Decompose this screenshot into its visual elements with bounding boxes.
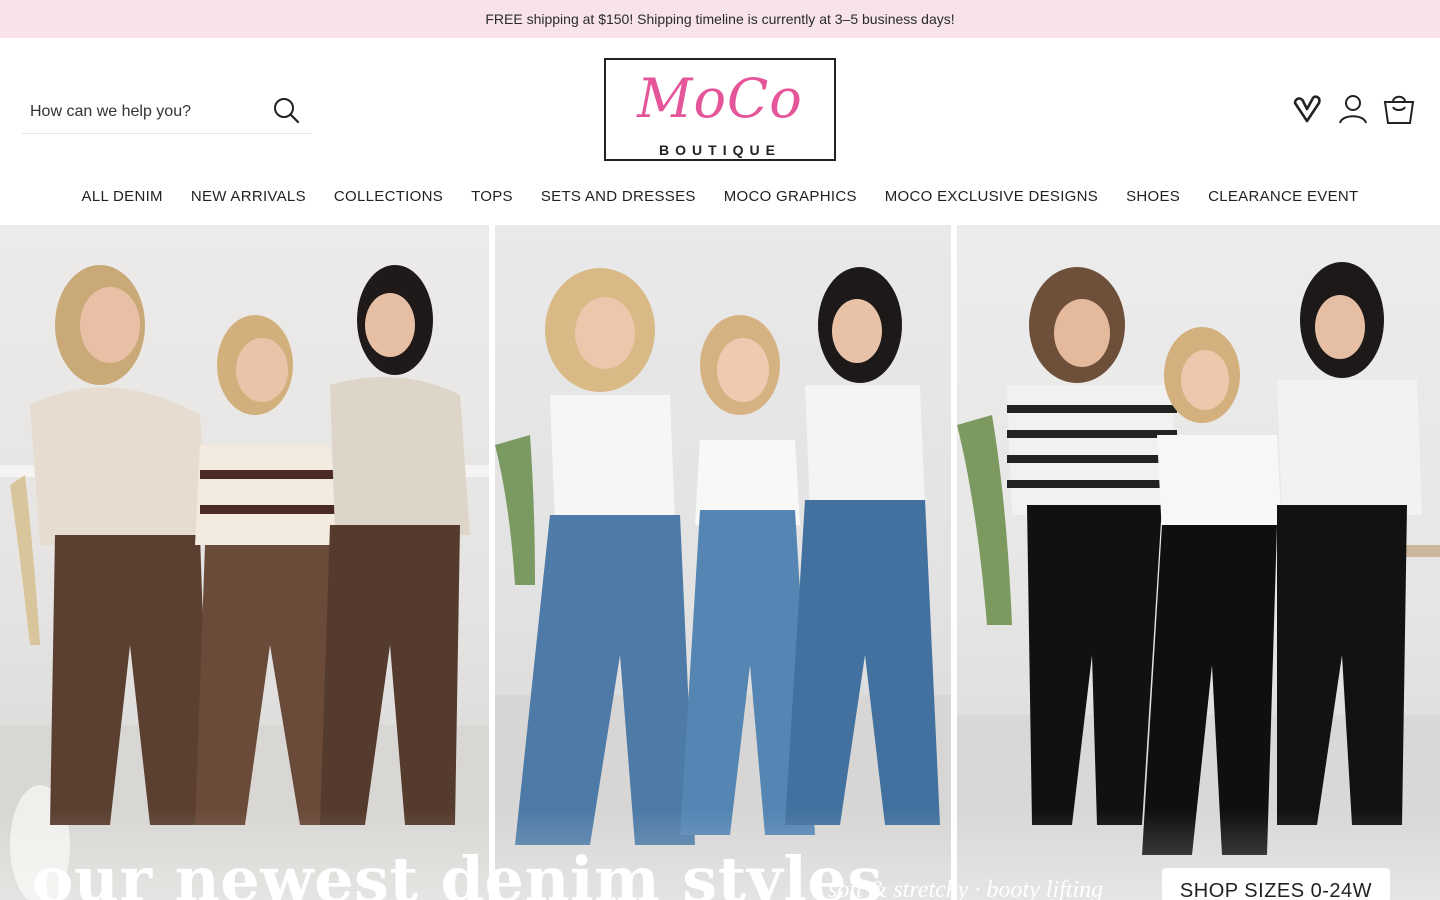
wishlist-heart-icon[interactable] (1290, 92, 1324, 126)
hero-photo-blue-denim (495, 225, 951, 900)
logo-subtext: BOUTIQUE (651, 142, 789, 158)
hero-photo-brown-denim (0, 225, 489, 900)
announcement-text: FREE shipping at $150! Shipping timeline… (485, 11, 955, 27)
nav-item-new-arrivals[interactable]: NEW ARRIVALS (191, 188, 306, 210)
account-icon[interactable] (1336, 92, 1370, 126)
header-icons (1290, 92, 1416, 126)
nav-item-clearance-event[interactable]: CLEARANCE EVENT (1208, 188, 1358, 210)
nav-item-collections[interactable]: COLLECTIONS (334, 188, 443, 210)
site-header: MoCo BOUTIQUE ALL DENIM NEW ARRIVALS (0, 38, 1440, 225)
main-nav: ALL DENIM NEW ARRIVALS COLLECTIONS TOPS … (0, 188, 1440, 210)
logo-script: MoCo (637, 67, 803, 130)
nav-item-sets-and-dresses[interactable]: SETS AND DRESSES (541, 188, 696, 210)
hero-tagline: · soft & stretchy · booty lifting (816, 877, 1104, 900)
search-bar (22, 90, 312, 134)
shop-sizes-button[interactable]: SHOP SIZES 0-24W (1162, 868, 1390, 900)
hero-photo-black-denim (957, 225, 1440, 900)
search-icon[interactable] (272, 96, 302, 126)
announcement-bar: FREE shipping at $150! Shipping timeline… (0, 0, 1440, 38)
hero-headline: our newest denim styles (32, 843, 883, 900)
nav-item-shoes[interactable]: SHOES (1126, 188, 1180, 210)
nav-item-moco-graphics[interactable]: MOCO GRAPHICS (724, 188, 857, 210)
search-input[interactable] (22, 102, 262, 121)
logo-subline: BOUTIQUE (606, 139, 834, 161)
nav-item-moco-exclusive-designs[interactable]: MOCO EXCLUSIVE DESIGNS (885, 188, 1098, 210)
nav-item-all-denim[interactable]: ALL DENIM (82, 188, 163, 210)
nav-item-tops[interactable]: TOPS (471, 188, 513, 210)
brand-logo[interactable]: MoCo BOUTIQUE (604, 58, 836, 161)
hero-banner[interactable]: our newest denim styles · soft & stretch… (0, 225, 1440, 900)
cart-bag-icon[interactable] (1382, 92, 1416, 126)
